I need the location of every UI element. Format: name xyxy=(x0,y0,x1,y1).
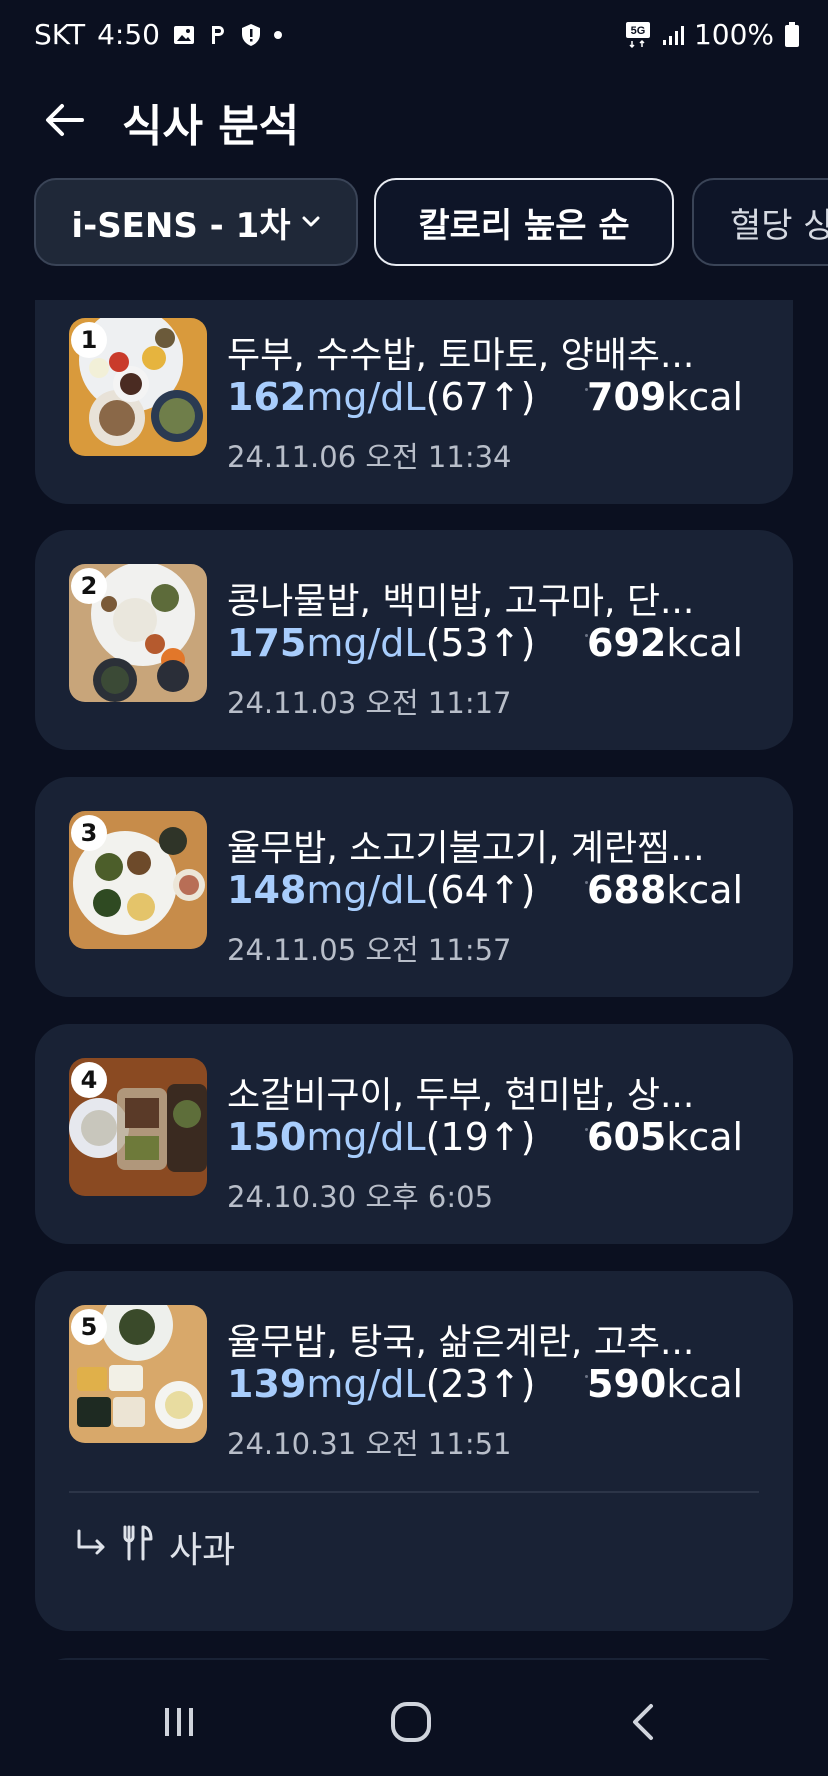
5g-icon: 5G xyxy=(624,20,652,50)
calorie-value: 605 xyxy=(587,1115,667,1159)
meal-name: 두부, 수수밥, 토마토, 양배추... xyxy=(227,335,695,376)
filter-bar: i-SENS - 1차 칼로리 높은 순 혈당 상 xyxy=(34,178,828,270)
battery-icon xyxy=(784,21,800,48)
rank-badge: 3 xyxy=(71,815,107,851)
glucose-delta: (19↑) xyxy=(425,1115,536,1159)
chevron-down-icon xyxy=(301,215,321,229)
calorie-unit: kcal xyxy=(666,1115,744,1159)
back-button[interactable] xyxy=(36,92,92,148)
divider xyxy=(69,1491,759,1493)
rank-badge: 4 xyxy=(71,1062,107,1098)
calorie-unit: kcal xyxy=(666,375,744,419)
meal-datetime: 24.11.03 오전 11:17 xyxy=(227,686,512,720)
arrow-left-icon xyxy=(46,104,84,136)
glucose-readout: 162mg/dL(67↑) xyxy=(227,375,535,419)
p-app-icon xyxy=(208,23,228,47)
meal-card[interactable]: 4 소갈비구이, 두부, 현미밥, 상... 150mg/dL(19↑) 605… xyxy=(35,1024,793,1244)
glucose-value: 139 xyxy=(227,1362,307,1406)
calorie-readout: 605kcal xyxy=(587,1115,743,1159)
calorie-readout: 692kcal xyxy=(587,621,743,665)
glucose-delta: (67↑) xyxy=(425,375,536,419)
calorie-readout: 709kcal xyxy=(587,375,743,419)
glucose-value: 150 xyxy=(227,1115,307,1159)
glucose-unit: mg/dL xyxy=(306,375,426,419)
system-nav-bar xyxy=(0,1668,828,1776)
glucose-readout: 139mg/dL(23↑) xyxy=(227,1362,535,1406)
signal-icon xyxy=(662,24,684,46)
calorie-value: 688 xyxy=(587,868,667,912)
calorie-unit: kcal xyxy=(666,1362,744,1406)
glucose-delta: (53↑) xyxy=(425,621,536,665)
meal-list[interactable]: 1 두부, 수수밥, 토마토, 양배추... 162mg/dL(67↑) 709… xyxy=(0,300,828,1660)
glucose-value: 148 xyxy=(227,868,307,912)
calorie-readout: 688kcal xyxy=(587,868,743,912)
device-filter-label: i-SENS - 1차 xyxy=(71,205,291,246)
rank-badge: 1 xyxy=(71,322,107,358)
glucose-delta: (23↑) xyxy=(425,1362,536,1406)
meal-name: 율무밥, 탕국, 삶은계란, 고추... xyxy=(227,1322,695,1363)
status-bar: SKT 4:50 5G 100% xyxy=(0,0,828,72)
clock: 4:50 xyxy=(97,18,160,51)
glucose-readout: 148mg/dL(64↑) xyxy=(227,868,535,912)
gallery-icon xyxy=(172,23,196,47)
sort-glucose-label: 혈당 상 xyxy=(730,205,828,246)
nav-back-button[interactable] xyxy=(598,1690,688,1754)
carrier-label: SKT xyxy=(34,18,86,51)
meal-card[interactable]: 2 콩나물밥, 백미밥, 고구마, 단... 175mg/dL(53↑) 692… xyxy=(35,530,793,750)
glucose-unit: mg/dL xyxy=(306,621,426,665)
recent-apps-button[interactable] xyxy=(134,1690,224,1754)
calorie-value: 709 xyxy=(587,375,667,419)
rank-badge: 5 xyxy=(71,1309,107,1345)
home-button[interactable] xyxy=(366,1690,456,1754)
meal-card[interactable]: 3 율무밥, 소고기불고기, 계란찜... 148mg/dL(64↑) 688k… xyxy=(35,777,793,997)
glucose-delta: (64↑) xyxy=(425,868,536,912)
sort-calorie-chip[interactable]: 칼로리 높은 순 xyxy=(374,178,674,266)
meal-datetime: 24.11.06 오전 11:34 xyxy=(227,440,512,474)
chevron-left-icon xyxy=(633,1704,653,1740)
app-header: 식사 분석 xyxy=(0,72,828,168)
meal-datetime: 24.10.30 오후 6:05 xyxy=(227,1180,494,1214)
glucose-unit: mg/dL xyxy=(306,868,426,912)
sub-item-label: 사과 xyxy=(169,1530,236,1571)
glucose-unit: mg/dL xyxy=(306,1115,426,1159)
meal-card[interactable]: 5 율무밥, 탕국, 삶은계란, 고추... 139mg/dL(23↑) 590… xyxy=(35,1271,793,1631)
recent-apps-icon xyxy=(165,1708,193,1736)
meal-datetime: 24.11.05 오전 11:57 xyxy=(227,933,512,967)
meal-card[interactable] xyxy=(35,1658,793,1660)
calorie-readout: 590kcal xyxy=(587,1362,743,1406)
sort-calorie-label: 칼로리 높은 순 xyxy=(418,205,630,246)
calorie-value: 590 xyxy=(587,1362,667,1406)
calorie-unit: kcal xyxy=(666,621,744,665)
shield-icon xyxy=(240,23,262,47)
meal-name: 콩나물밥, 백미밥, 고구마, 단... xyxy=(227,581,695,622)
home-icon xyxy=(391,1702,431,1742)
glucose-unit: mg/dL xyxy=(306,1362,426,1406)
glucose-readout: 150mg/dL(19↑) xyxy=(227,1115,535,1159)
meal-datetime: 24.10.31 오전 11:51 xyxy=(227,1427,512,1461)
meal-card[interactable]: 1 두부, 수수밥, 토마토, 양배추... 162mg/dL(67↑) 709… xyxy=(35,300,793,504)
fork-knife-icon xyxy=(119,1523,159,1572)
meal-name: 율무밥, 소고기불고기, 계란찜... xyxy=(227,828,705,869)
glucose-value: 162 xyxy=(227,375,307,419)
notification-dot-icon xyxy=(273,30,282,39)
glucose-readout: 175mg/dL(53↑) xyxy=(227,621,535,665)
meal-name: 소갈비구이, 두부, 현미밥, 상... xyxy=(227,1075,695,1116)
page-title: 식사 분석 xyxy=(122,101,300,152)
svg-text:5G: 5G xyxy=(631,25,646,37)
rank-badge: 2 xyxy=(71,568,107,604)
calorie-unit: kcal xyxy=(666,868,744,912)
glucose-value: 175 xyxy=(227,621,307,665)
battery-percent: 100% xyxy=(693,18,774,51)
sub-meal-item[interactable]: 사과 xyxy=(75,1521,235,1573)
sort-glucose-chip[interactable]: 혈당 상 xyxy=(692,178,828,266)
device-filter-dropdown[interactable]: i-SENS - 1차 xyxy=(34,178,358,266)
calorie-value: 692 xyxy=(587,621,667,665)
sub-item-arrow-icon xyxy=(75,1527,109,1568)
